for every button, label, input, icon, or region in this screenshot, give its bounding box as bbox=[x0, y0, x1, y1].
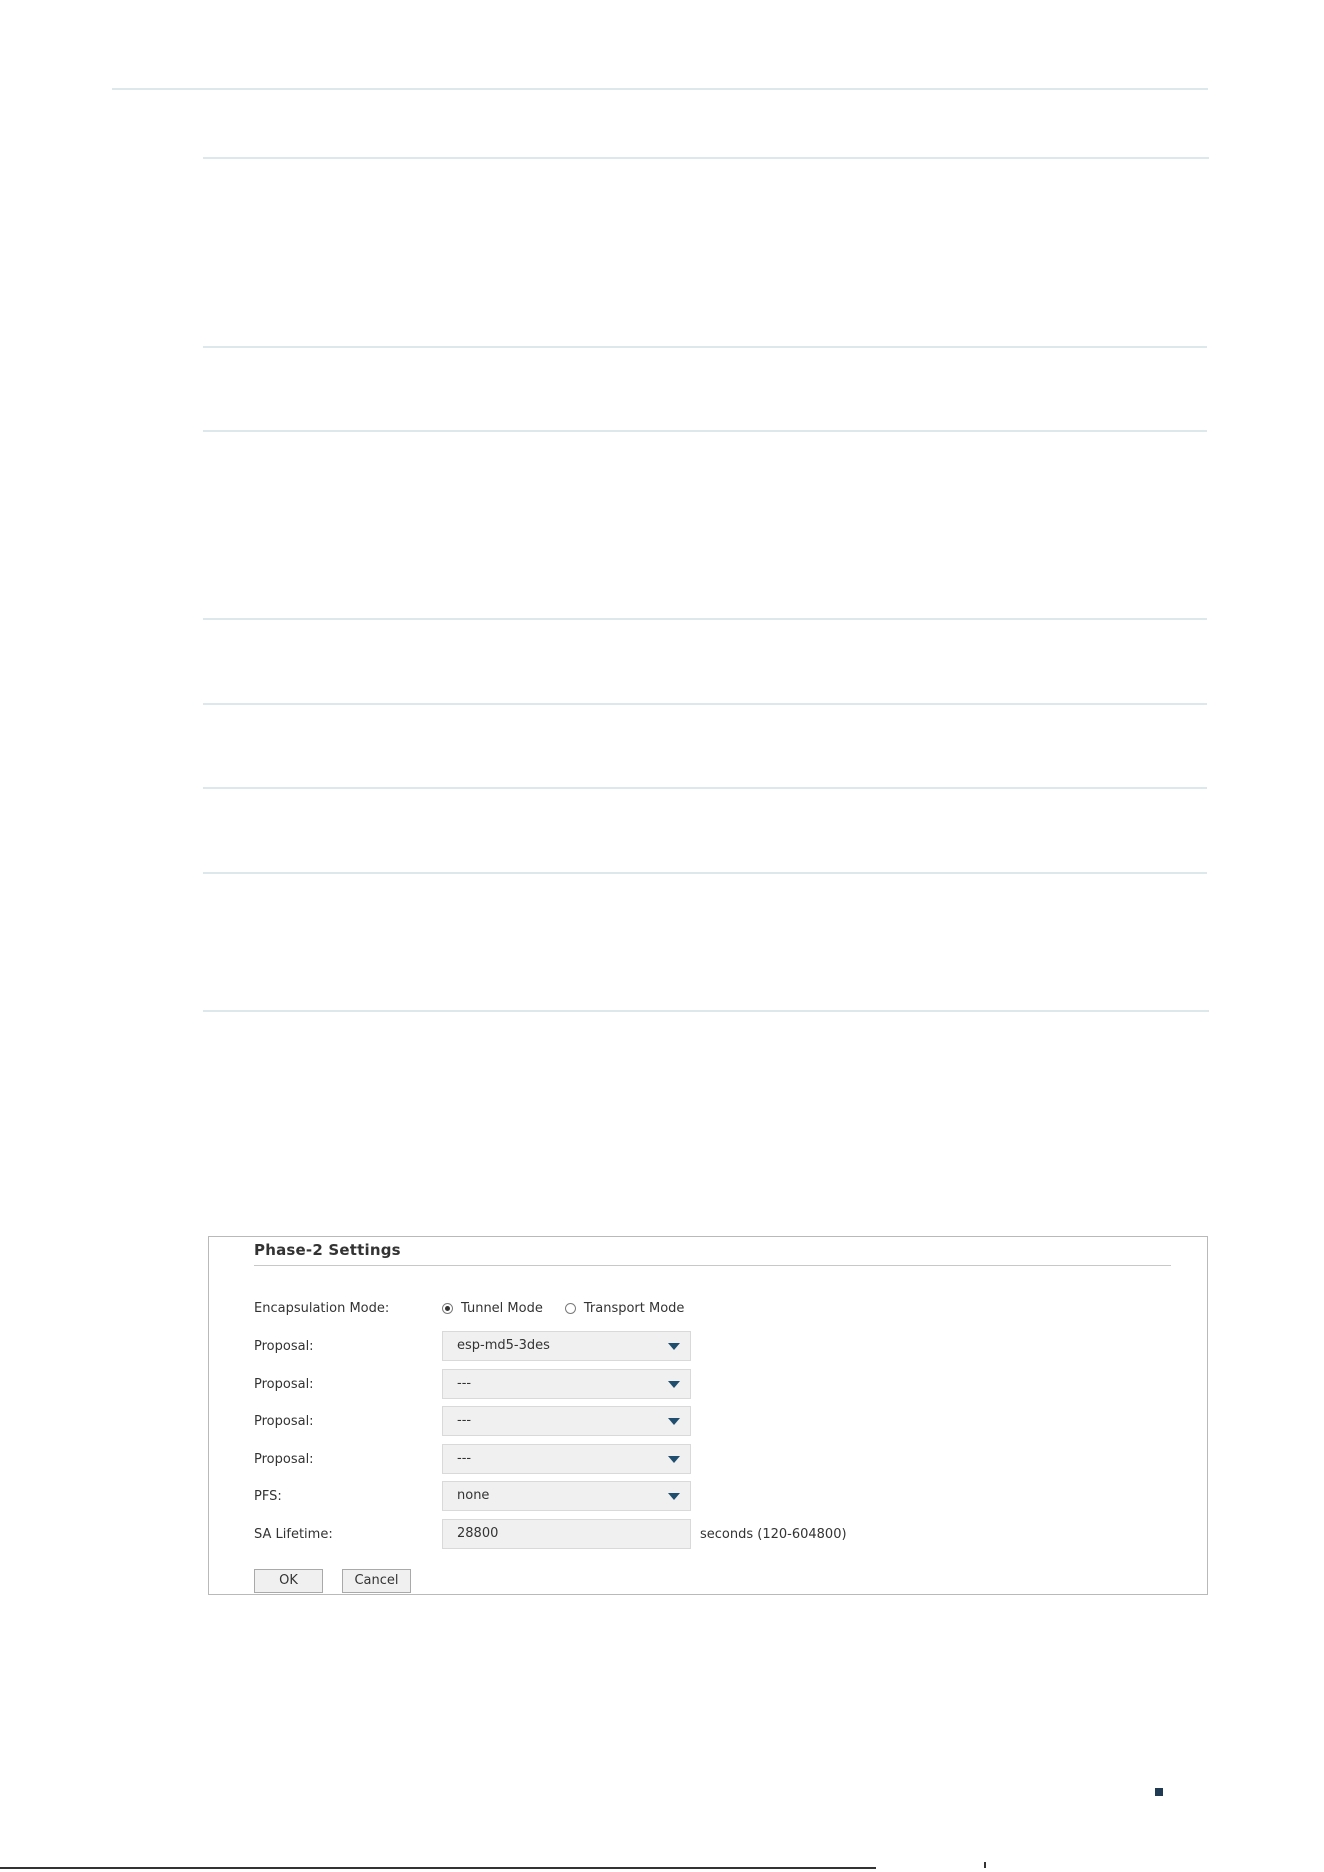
proposal-2-value: --- bbox=[457, 1376, 472, 1391]
table-row-divider bbox=[203, 430, 1207, 432]
cancel-button[interactable]: Cancel bbox=[342, 1569, 411, 1593]
sa-lifetime-hint: seconds (120-604800) bbox=[700, 1527, 847, 1542]
page-header-divider bbox=[112, 88, 1208, 90]
table-row-divider bbox=[203, 703, 1207, 705]
proposal-4-value: --- bbox=[457, 1451, 472, 1466]
table-row-divider bbox=[203, 346, 1207, 348]
sa-lifetime-value: 28800 bbox=[457, 1526, 499, 1541]
panel-title: Phase-2 Settings bbox=[254, 1241, 401, 1259]
proposal-1-label: Proposal: bbox=[254, 1339, 314, 1354]
proposal-4-label: Proposal: bbox=[254, 1452, 314, 1467]
ok-button[interactable]: OK bbox=[254, 1569, 323, 1593]
pfs-select[interactable]: none bbox=[442, 1481, 691, 1511]
table-row-divider bbox=[203, 872, 1207, 874]
proposal-1-select[interactable]: esp-md5-3des bbox=[442, 1331, 691, 1361]
sa-lifetime-input[interactable]: 28800 bbox=[442, 1519, 691, 1549]
panel-title-divider bbox=[254, 1265, 1171, 1266]
proposal-3-label: Proposal: bbox=[254, 1414, 314, 1429]
proposal-2-label: Proposal: bbox=[254, 1377, 314, 1392]
transport-mode-label: Transport Mode bbox=[583, 1301, 685, 1316]
tunnel-mode-label: Tunnel Mode bbox=[461, 1301, 543, 1316]
footer-rule bbox=[0, 1867, 876, 1869]
sa-lifetime-label: SA Lifetime: bbox=[254, 1527, 333, 1542]
encapsulation-mode-label: Encapsulation Mode: bbox=[254, 1301, 390, 1316]
proposal-1-value: esp-md5-3des bbox=[457, 1338, 550, 1353]
caret-down-icon[interactable] bbox=[668, 1418, 680, 1425]
encapsulation-mode-radio-group: Tunnel Mode Transport Mode bbox=[442, 1301, 706, 1316]
pfs-label: PFS: bbox=[254, 1489, 282, 1504]
page-marker-icon bbox=[1155, 1788, 1163, 1796]
caret-down-icon[interactable] bbox=[668, 1343, 680, 1350]
tunnel-mode-radio[interactable]: Tunnel Mode bbox=[442, 1301, 543, 1316]
phase2-settings-panel: Phase-2 Settings Encapsulation Mode: Tun… bbox=[208, 1236, 1208, 1595]
table-bottom-divider bbox=[203, 1010, 1209, 1012]
table-row-divider bbox=[203, 787, 1207, 789]
table-top-divider bbox=[203, 157, 1209, 159]
pfs-value: none bbox=[457, 1488, 490, 1503]
proposal-3-value: --- bbox=[457, 1413, 472, 1428]
radio-checked-icon[interactable] bbox=[442, 1303, 453, 1314]
table-row-divider bbox=[203, 618, 1207, 620]
caret-down-icon[interactable] bbox=[668, 1456, 680, 1463]
radio-unchecked-icon[interactable] bbox=[564, 1303, 576, 1314]
caret-down-icon[interactable] bbox=[668, 1381, 680, 1388]
footer-tick bbox=[984, 1862, 986, 1868]
proposal-4-select[interactable]: --- bbox=[442, 1444, 691, 1474]
caret-down-icon[interactable] bbox=[668, 1493, 680, 1500]
proposal-3-select[interactable]: --- bbox=[442, 1406, 691, 1436]
proposal-2-select[interactable]: --- bbox=[442, 1369, 691, 1399]
transport-mode-radio[interactable]: Transport Mode bbox=[564, 1301, 685, 1316]
